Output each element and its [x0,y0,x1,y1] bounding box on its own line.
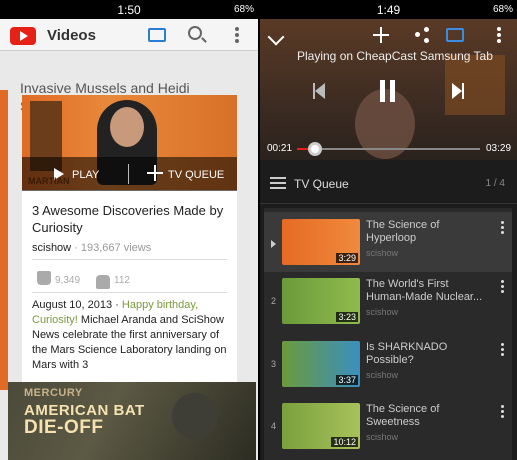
app-bar: Videos [0,19,258,51]
like-count: 9,349 [55,275,81,286]
queue-list: 3:29 The Science of Hyperloop scishow 2 … [264,208,512,460]
divider [32,292,227,293]
youtube-logo-icon[interactable] [10,27,36,45]
more-options-icon[interactable] [501,221,504,234]
queue-item-channel: scishow [366,307,399,317]
queue-item[interactable]: 2 3:23 The World's First Human-Made Nucl… [264,271,512,331]
queue-item-title: The Science of Sweetness [366,403,440,428]
divider [32,259,227,260]
add-icon[interactable] [373,27,389,43]
queue-header: TV Queue 1 / 4 [260,164,517,204]
thumbnail-image [172,393,218,439]
search-icon[interactable] [188,26,202,40]
more-options-icon[interactable] [501,343,504,356]
action-divider [128,164,129,184]
video-description: August 10, 2013 · Happy birthday, Curios… [32,298,232,373]
queue-count: 1 / 4 [485,178,505,189]
current-time: 00:21 [267,143,293,154]
list-item-edge [0,90,8,390]
seek-bar[interactable] [297,142,480,156]
total-time: 03:29 [486,143,512,154]
queue-item[interactable]: 4 10:12 The Science of Sweetness scishow [264,396,512,456]
status-bar: 1:49 68% [260,0,517,19]
more-options-icon[interactable] [501,280,504,293]
thumbs-down-icon[interactable] [96,275,110,289]
duration-badge: 3:37 [336,375,358,385]
queue-item[interactable]: 3:29 The Science of Hyperloop scishow [264,212,512,272]
duration-badge: 3:23 [336,312,358,322]
section-title[interactable]: Videos [47,27,96,44]
add-to-tv-queue-button[interactable]: TV QUEUE [168,169,224,181]
share-icon[interactable] [415,27,429,43]
previous-icon[interactable] [313,83,325,99]
queue-item-title: The Science of Hyperloop [366,219,440,244]
view-count: · 193,667 views [71,242,152,254]
next-icon[interactable] [452,83,464,99]
cast-player-panel: 1:49 68% Playing on CheapCast Samsung Ta… [260,0,517,460]
thumbnail-text: MERCURY AMERICAN BAT DIE-OFF [24,385,145,438]
upload-date: August 10, 2013 · [32,299,122,311]
queue-thumbnail: 3:37 [282,341,360,387]
more-options-icon[interactable] [501,405,504,418]
thumbnail-text: MARTIAN [28,176,70,186]
thumbs-up-icon[interactable] [37,271,51,285]
queue-thumbnail: 10:12 [282,403,360,449]
queue-item-channel: scishow [366,370,399,380]
queue-list-icon [270,177,286,189]
queue-position: 4 [271,421,277,431]
duration-badge: 10:12 [331,437,358,447]
duration-badge: 3:29 [336,253,358,263]
video-meta: scishow · 193,667 views [32,242,151,254]
now-playing-icon [271,240,276,248]
status-bar: 1:50 68% [0,0,258,19]
video-info-card: 3 Awesome Discoveries Made by Curiosity … [22,191,237,382]
queue-item-title: The World's First Human-Made Nuclear... [366,278,483,303]
thumbnail-line: DIE-OFF [24,417,104,438]
queue-thumbnail: 3:29 [282,219,360,265]
queue-item[interactable]: 3 3:37 Is SHARKNADO Possible? scishow [264,334,512,394]
queue-position: 3 [271,359,277,369]
cast-status-text: Playing on CheapCast Samsung Tab [297,49,493,63]
add-icon[interactable] [147,165,163,181]
more-options-icon[interactable] [497,27,501,43]
dislike-count: 112 [114,275,130,286]
youtube-app-panel: 1:50 68% Videos Invasive Mussels and Hei… [0,0,258,460]
queue-item-channel: scishow [366,248,399,258]
queue-position: 2 [271,296,277,306]
queue-item-channel: scishow [366,432,399,442]
status-time: 1:50 [117,3,141,17]
more-options-icon[interactable] [235,27,239,43]
queue-title: TV Queue [294,177,349,191]
status-time: 1:49 [376,3,401,17]
video-title[interactable]: 3 Awesome Discoveries Made by Curiosity [32,202,232,236]
play-button[interactable]: PLAY [72,169,99,181]
battery-level: 68% [233,4,254,15]
cast-icon[interactable] [148,28,166,42]
queue-item-title: Is SHARKNADO Possible? [366,341,448,366]
battery-level: 68% [492,4,513,15]
pause-icon[interactable] [380,80,398,102]
channel-name[interactable]: scishow [32,242,71,254]
thumbnail-line: MERCURY [24,387,83,399]
queue-thumbnail: 3:23 [282,278,360,324]
cast-connected-icon[interactable] [446,28,464,42]
